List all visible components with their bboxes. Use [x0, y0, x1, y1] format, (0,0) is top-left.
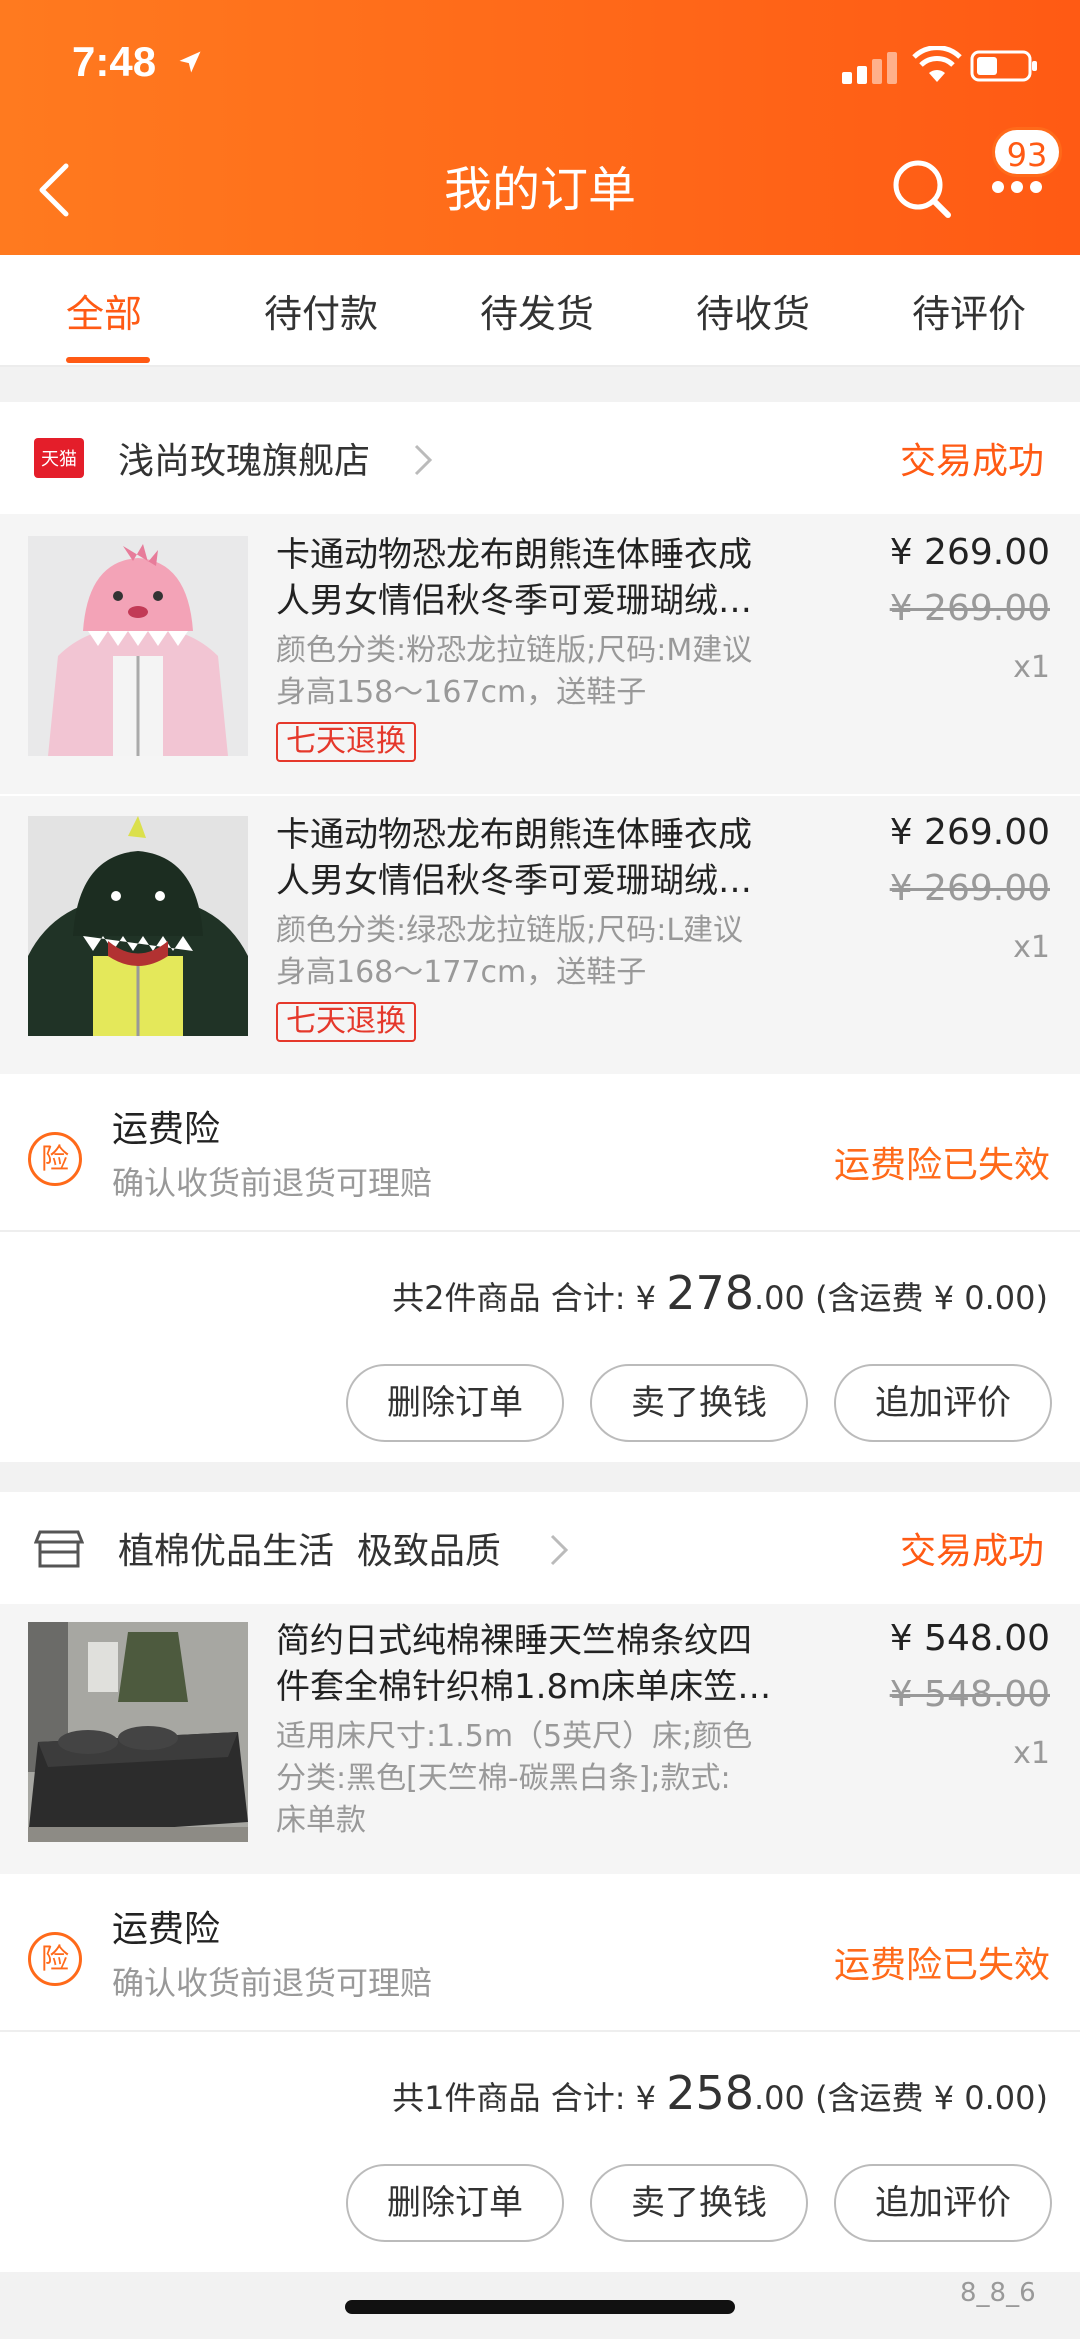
insurance-icon: 险: [28, 1932, 82, 1986]
order-status: 交易成功: [899, 441, 1044, 482]
item-price: ¥ 548.00: [889, 1618, 1050, 1659]
shop-name[interactable]: 植棉优品生活 极致品质: [118, 1522, 501, 1574]
watermark: 8_8_6: [960, 2278, 1036, 2308]
tab-pending-payment[interactable]: 待付款: [264, 283, 378, 338]
product-title[interactable]: 卡通动物恐龙布朗熊连体睡衣成 人男女情侣秋冬季可爱珊瑚绒…: [276, 532, 836, 624]
shipping-insurance-row[interactable]: 险 运费险 确认收货前退货可理赔 运费险已失效: [0, 1074, 1080, 1244]
order-total: 共1件商品 合计: ¥ 258.00 (含运费 ¥ 0.00): [392, 2066, 1048, 2120]
order-summary: 共1件商品 合计: ¥ 258.00 (含运费 ¥ 0.00): [0, 2030, 1080, 2146]
product-image[interactable]: [28, 816, 248, 1036]
seven-day-return-tag: 七天退换: [276, 722, 416, 762]
order-summary: 共2件商品 合计: ¥ 278.00 (含运费 ¥ 0.00): [0, 1230, 1080, 1346]
insurance-subtitle: 确认收货前退货可理赔: [112, 1164, 433, 1202]
product-title[interactable]: 简约日式纯棉裸睡天竺棉条纹四 件套全棉针织棉1.8m床单床笠…: [276, 1618, 836, 1710]
insurance-status: 运费险已失效: [833, 1145, 1050, 1186]
search-icon[interactable]: [888, 155, 954, 221]
order-tabs: 全部 待付款 待发货 待收货 待评价: [0, 255, 1080, 367]
item-quantity: x1: [1013, 930, 1050, 965]
product-image[interactable]: [28, 536, 248, 756]
item-quantity: x1: [1013, 1736, 1050, 1771]
battery-icon: [970, 50, 1037, 82]
status-time: 7:48: [72, 38, 157, 85]
delete-order-button[interactable]: 删除订单: [346, 1364, 564, 1442]
order-card: 天猫 浅尚玫瑰旗舰店 交易成功 卡通动物恐龙布朗熊连体睡衣成 人男女情侣秋冬季可…: [0, 402, 1080, 1462]
insurance-status: 运费险已失效: [833, 1945, 1050, 1986]
product-image[interactable]: [28, 1622, 248, 1842]
shipping-insurance-row[interactable]: 险 运费险 确认收货前退货可理赔 运费险已失效: [0, 1874, 1080, 2044]
store-icon: [34, 1530, 84, 1568]
add-review-button[interactable]: 追加评价: [834, 1364, 1052, 1442]
status-bar: 7:48: [0, 0, 1080, 120]
resell-button[interactable]: 卖了换钱: [590, 2164, 808, 2242]
app-header: 7:48 我的订单 93: [0, 0, 1080, 255]
product-title[interactable]: 卡通动物恐龙布朗熊连体睡衣成 人男女情侣秋冬季可爱珊瑚绒…: [276, 812, 836, 904]
item-price: ¥ 269.00: [889, 812, 1050, 853]
chevron-right-icon: [414, 444, 433, 476]
item-original-price: ¥ 269.00: [889, 868, 1050, 909]
order-status: 交易成功: [899, 1531, 1044, 1572]
insurance-title: 运费险: [112, 1909, 221, 1950]
add-review-button[interactable]: 追加评价: [834, 2164, 1052, 2242]
item-quantity: x1: [1013, 650, 1050, 685]
order-card: 植棉优品生活 极致品质 交易成功 简约日式纯棉裸睡天竺棉条纹四 件套全棉针织棉1…: [0, 1492, 1080, 2272]
location-arrow-icon: [179, 51, 201, 73]
insurance-title: 运费险: [112, 1109, 221, 1150]
resell-button[interactable]: 卖了换钱: [590, 1364, 808, 1442]
chevron-right-icon: [550, 1534, 569, 1566]
signal-icon: [842, 52, 897, 84]
insurance-icon: 险: [28, 1132, 82, 1186]
item-original-price: ¥ 548.00: [889, 1674, 1050, 1715]
order-item[interactable]: 卡通动物恐龙布朗熊连体睡衣成 人男女情侣秋冬季可爱珊瑚绒… 颜色分类:粉恐龙拉链…: [0, 514, 1080, 794]
order-item[interactable]: 简约日式纯棉裸睡天竺棉条纹四 件套全棉针织棉1.8m床单床笠… 适用床尺寸:1.…: [0, 1604, 1080, 1874]
insurance-subtitle: 确认收货前退货可理赔: [112, 1964, 433, 2002]
seven-day-return-tag: 七天退换: [276, 1002, 416, 1042]
svg-text:天猫: 天猫: [41, 449, 77, 470]
tab-all[interactable]: 全部: [66, 283, 142, 338]
active-tab-indicator: [66, 357, 150, 363]
product-spec: 适用床尺寸:1.5m（5英尺）床;颜色 分类:黑色[天竺棉-碳黑白条];款式: …: [276, 1719, 753, 1838]
tab-pending-shipment[interactable]: 待发货: [480, 283, 594, 338]
order-actions: 删除订单 卖了换钱 追加评价: [0, 1344, 1080, 1462]
order-item[interactable]: 卡通动物恐龙布朗熊连体睡衣成 人男女情侣秋冬季可爱珊瑚绒… 颜色分类:绿恐龙拉链…: [0, 794, 1080, 1074]
item-original-price: ¥ 269.00: [889, 588, 1050, 629]
delete-order-button[interactable]: 删除订单: [346, 2164, 564, 2242]
product-spec: 颜色分类:粉恐龙拉链版;尺码:M建议 身高158～167cm，送鞋子: [276, 633, 753, 710]
tab-pending-receipt[interactable]: 待收货: [696, 283, 810, 338]
message-count-badge[interactable]: 93: [992, 127, 1062, 177]
more-icon[interactable]: [990, 176, 1044, 198]
tmall-icon: 天猫: [34, 438, 84, 478]
wifi-icon: [912, 46, 962, 82]
item-price: ¥ 269.00: [889, 532, 1050, 573]
tab-pending-review[interactable]: 待评价: [912, 283, 1026, 338]
shop-header[interactable]: 植棉优品生活 极致品质 交易成功: [0, 1492, 1080, 1604]
shop-header[interactable]: 天猫 浅尚玫瑰旗舰店 交易成功: [0, 402, 1080, 514]
order-actions: 删除订单 卖了换钱 追加评价: [0, 2144, 1080, 2262]
product-spec: 颜色分类:绿恐龙拉链版;尺码:L建议 身高168～177cm，送鞋子: [276, 913, 744, 990]
order-total: 共2件商品 合计: ¥ 278.00 (含运费 ¥ 0.00): [392, 1266, 1048, 1320]
home-indicator[interactable]: [345, 2300, 735, 2314]
shop-name[interactable]: 浅尚玫瑰旗舰店: [118, 432, 370, 484]
